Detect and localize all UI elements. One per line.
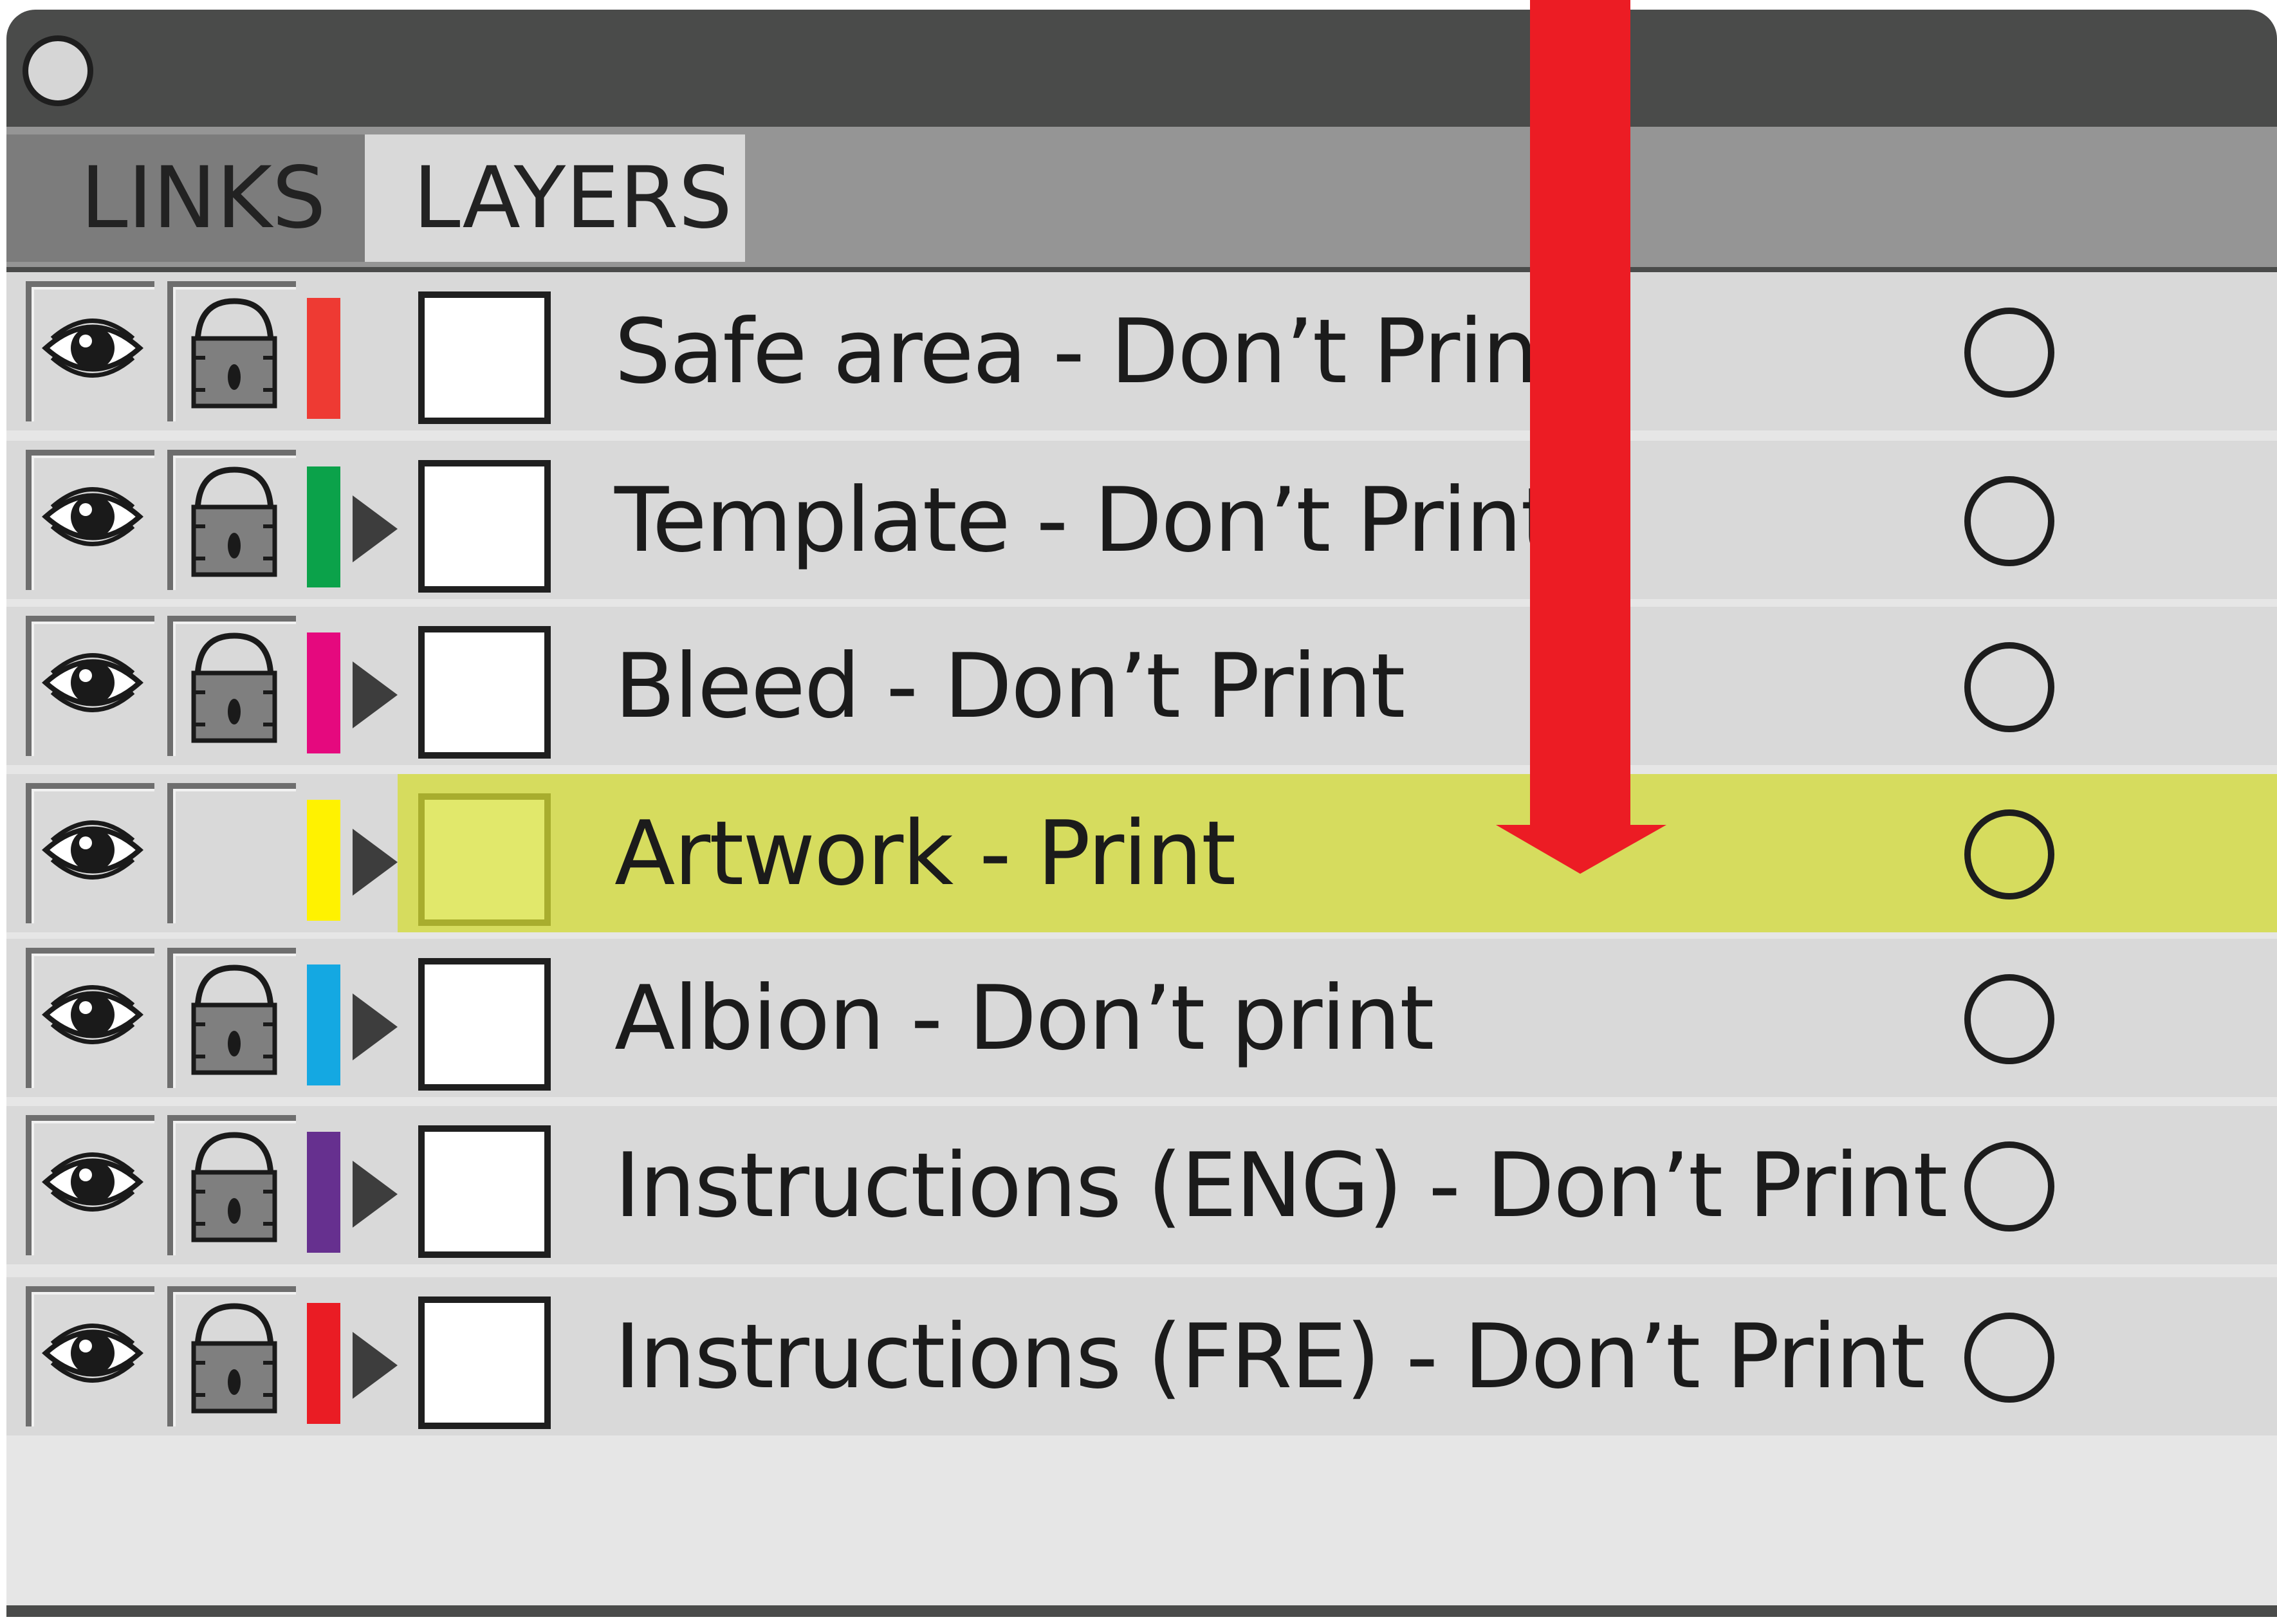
triangle-right-icon[interactable]: [353, 1161, 398, 1228]
layer-row[interactable]: Template - Don’t Print: [6, 441, 2277, 599]
eye-icon: [41, 820, 144, 880]
triangle-right-icon[interactable]: [353, 829, 398, 896]
layer-thumbnail: [418, 1125, 551, 1258]
triangle-right-icon[interactable]: [353, 495, 398, 562]
padlock-icon: [191, 466, 277, 577]
layer-row-selected[interactable]: Artwork - Print: [6, 774, 2277, 932]
lock-toggle[interactable]: [167, 281, 296, 421]
target-circle-icon[interactable]: [1964, 308, 2054, 398]
visibility-toggle[interactable]: [26, 1286, 154, 1426]
target-circle-icon[interactable]: [1964, 974, 2054, 1064]
visibility-toggle[interactable]: [26, 281, 154, 421]
layer-row[interactable]: Instructions (ENG) - Don’t Print: [6, 1106, 2277, 1264]
tab-layers[interactable]: LAYERS: [365, 134, 745, 262]
lock-toggle[interactable]: [167, 948, 296, 1088]
layer-color-swatch: [307, 1303, 340, 1424]
layer-color-swatch: [307, 466, 340, 587]
layer-color-swatch: [307, 298, 340, 419]
visibility-toggle[interactable]: [26, 450, 154, 590]
layer-name[interactable]: Instructions (FRE) - Don’t Print: [614, 1277, 1925, 1435]
triangle-right-icon[interactable]: [353, 993, 398, 1060]
layer-color-swatch: [307, 632, 340, 753]
target-circle-icon[interactable]: [1964, 1141, 2054, 1232]
layer-row[interactable]: Instructions (FRE) - Don’t Print: [6, 1277, 2277, 1435]
padlock-icon: [191, 298, 277, 409]
layer-thumbnail: [418, 626, 551, 759]
layer-row[interactable]: Bleed - Don’t Print: [6, 607, 2277, 765]
layer-name[interactable]: Template - Don’t Print: [614, 441, 1556, 599]
lock-toggle[interactable]: [167, 616, 296, 756]
layer-name[interactable]: Instructions (ENG) - Don’t Print: [614, 1106, 1948, 1264]
visibility-toggle[interactable]: [26, 1115, 154, 1255]
padlock-icon: [191, 1303, 277, 1414]
panel-bottom-edge: [6, 1605, 2277, 1617]
eye-icon: [41, 487, 144, 546]
close-icon[interactable]: [23, 35, 93, 106]
layer-thumbnail: [418, 291, 551, 424]
padlock-icon: [191, 964, 277, 1075]
lock-toggle[interactable]: [167, 1115, 296, 1255]
visibility-toggle[interactable]: [26, 616, 154, 756]
layer-color-swatch: [307, 1132, 340, 1253]
padlock-icon: [191, 1132, 277, 1242]
layer-name[interactable]: Artwork - Print: [614, 774, 1236, 932]
layer-thumbnail: [418, 460, 551, 593]
eye-icon: [41, 1324, 144, 1383]
layer-name[interactable]: Bleed - Don’t Print: [614, 607, 1405, 765]
lock-toggle[interactable]: [167, 783, 296, 923]
padlock-icon: [191, 632, 277, 743]
layer-row[interactable]: Albion - Don’t print: [6, 939, 2277, 1097]
lock-toggle[interactable]: [167, 1286, 296, 1426]
layer-thumbnail: [418, 1296, 551, 1429]
target-circle-icon[interactable]: [1964, 1313, 2054, 1403]
layer-row[interactable]: Safe area - Don’t Print: [6, 272, 2277, 430]
layer-color-swatch: [307, 964, 340, 1085]
eye-icon: [41, 653, 144, 712]
triangle-right-icon[interactable]: [353, 1332, 398, 1399]
target-circle-icon[interactable]: [1964, 642, 2054, 732]
tab-bar: LINKS LAYERS: [6, 127, 2277, 267]
target-circle-icon[interactable]: [1964, 809, 2054, 900]
eye-icon: [41, 985, 144, 1044]
layer-list: Safe area - Don’t Print Template - Don’t…: [6, 272, 2277, 1605]
panel-title-bar[interactable]: [6, 10, 2277, 127]
triangle-right-icon[interactable]: [353, 661, 398, 728]
visibility-toggle[interactable]: [26, 948, 154, 1088]
target-circle-icon[interactable]: [1964, 476, 2054, 566]
tab-links[interactable]: LINKS: [6, 134, 365, 262]
layer-color-swatch: [307, 800, 340, 921]
layers-panel: LINKS LAYERS Safe area - Don’t Print Tem…: [6, 10, 2277, 1617]
eye-icon: [41, 1152, 144, 1212]
layer-name[interactable]: Albion - Don’t print: [614, 939, 1434, 1097]
lock-toggle[interactable]: [167, 450, 296, 590]
layer-name[interactable]: Safe area - Don’t Print: [614, 272, 1572, 430]
layer-thumbnail: [418, 793, 551, 926]
eye-icon: [41, 318, 144, 378]
visibility-toggle[interactable]: [26, 783, 154, 923]
layer-thumbnail: [418, 958, 551, 1091]
